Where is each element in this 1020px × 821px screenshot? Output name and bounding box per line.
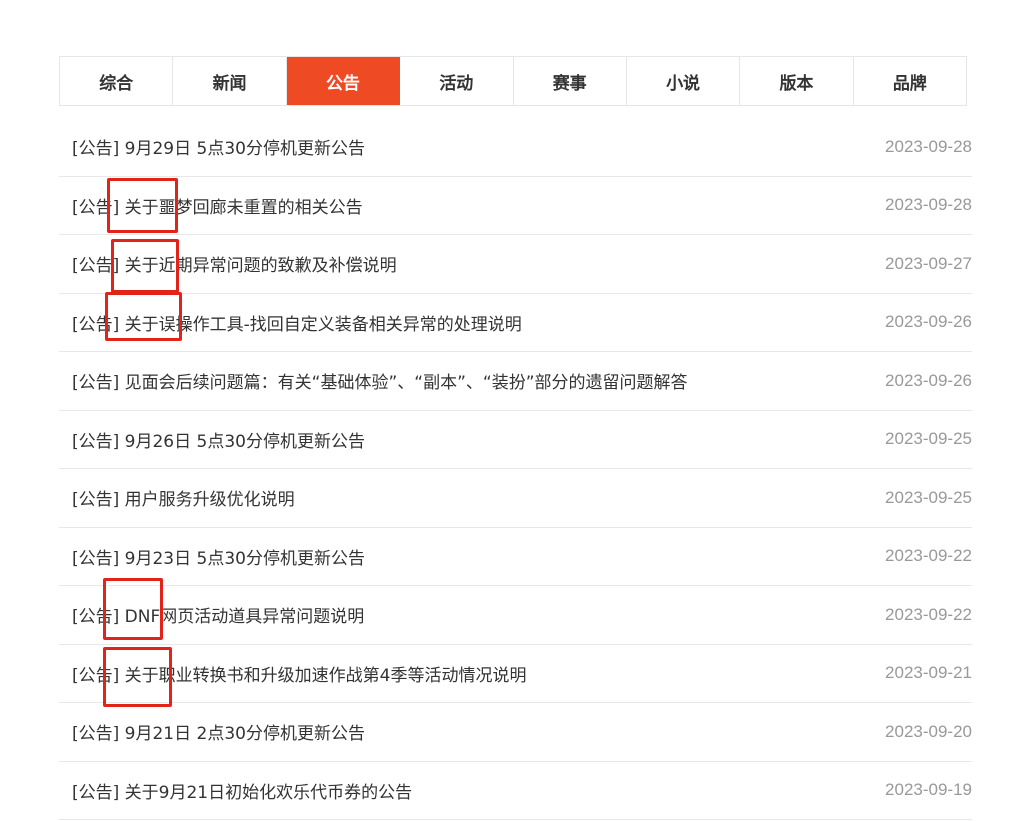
news-date: 2023-09-19 — [885, 780, 972, 800]
news-date: 2023-09-27 — [885, 253, 972, 273]
list-item[interactable]: [公告] 9月29日 5点30分停机更新公告 2023-09-28 — [59, 118, 972, 177]
list-item[interactable]: [公告] 关于近期异常问题的致歉及补偿说明 2023-09-27 — [59, 235, 972, 294]
news-date: 2023-09-22 — [885, 546, 972, 566]
tab-comprehensive[interactable]: 综合 — [60, 57, 174, 105]
news-title[interactable]: [公告] 9月26日 5点30分停机更新公告 — [72, 427, 365, 452]
tab-news[interactable]: 新闻 — [173, 57, 287, 105]
tab-announcement[interactable]: 公告 — [286, 57, 401, 105]
news-date: 2023-09-21 — [885, 663, 972, 683]
list-item[interactable]: [公告] 关于9月21日初始化欢乐代币券的公告 2023-09-19 — [59, 762, 972, 820]
list-item[interactable]: [公告] 关于误操作工具-找回自定义装备相关异常的处理说明 2023-09-26 — [59, 294, 972, 352]
news-title[interactable]: [公告] 关于误操作工具-找回自定义装备相关异常的处理说明 — [72, 310, 522, 335]
tab-versions[interactable]: 版本 — [740, 57, 854, 105]
news-title[interactable]: [公告] 用户服务升级优化说明 — [72, 485, 295, 510]
news-date: 2023-09-25 — [885, 487, 972, 507]
category-tabs: 综合 新闻 公告 活动 赛事 小说 版本 品牌 — [59, 56, 967, 106]
list-item[interactable]: [公告] 关于噩梦回廊未重置的相关公告 2023-09-28 — [59, 177, 972, 235]
news-title[interactable]: [公告] 9月21日 2点30分停机更新公告 — [72, 719, 365, 744]
news-date: 2023-09-26 — [885, 312, 972, 332]
announcement-list: [公告] 9月29日 5点30分停机更新公告 2023-09-28 [公告] 关… — [59, 118, 972, 820]
news-date: 2023-09-20 — [885, 721, 972, 741]
list-item[interactable]: [公告] 关于职业转换书和升级加速作战第4季等活动情况说明 2023-09-21 — [59, 645, 972, 703]
news-title[interactable]: [公告] DNF网页活动道具异常问题说明 — [72, 602, 364, 627]
list-item[interactable]: [公告] 9月26日 5点30分停机更新公告 2023-09-25 — [59, 411, 972, 469]
tab-brand[interactable]: 品牌 — [854, 57, 966, 105]
news-title[interactable]: [公告] 见面会后续问题篇：有关“基础体验”、“副本”、“装扮”部分的遗留问题解… — [72, 368, 688, 393]
list-item[interactable]: [公告] DNF网页活动道具异常问题说明 2023-09-22 — [59, 586, 972, 645]
tab-events[interactable]: 活动 — [400, 57, 514, 105]
list-item[interactable]: [公告] 9月23日 5点30分停机更新公告 2023-09-22 — [59, 528, 972, 586]
list-item[interactable]: [公告] 用户服务升级优化说明 2023-09-25 — [59, 469, 972, 528]
list-item[interactable]: [公告] 见面会后续问题篇：有关“基础体验”、“副本”、“装扮”部分的遗留问题解… — [59, 352, 972, 411]
news-title[interactable]: [公告] 9月23日 5点30分停机更新公告 — [72, 544, 365, 569]
tab-tournaments[interactable]: 赛事 — [514, 57, 627, 105]
news-date: 2023-09-25 — [885, 429, 972, 449]
news-date: 2023-09-28 — [885, 136, 972, 156]
news-title[interactable]: [公告] 关于近期异常问题的致歉及补偿说明 — [72, 251, 397, 276]
news-title[interactable]: [公告] 关于职业转换书和升级加速作战第4季等活动情况说明 — [72, 661, 526, 686]
list-item[interactable]: [公告] 9月21日 2点30分停机更新公告 2023-09-20 — [59, 703, 972, 762]
news-date: 2023-09-26 — [885, 370, 972, 390]
news-title[interactable]: [公告] 关于9月21日初始化欢乐代币券的公告 — [72, 778, 412, 803]
news-title[interactable]: [公告] 关于噩梦回廊未重置的相关公告 — [72, 193, 363, 218]
news-date: 2023-09-22 — [885, 604, 972, 624]
news-title[interactable]: [公告] 9月29日 5点30分停机更新公告 — [72, 134, 365, 159]
news-date: 2023-09-28 — [885, 195, 972, 215]
tab-novels[interactable]: 小说 — [627, 57, 741, 105]
